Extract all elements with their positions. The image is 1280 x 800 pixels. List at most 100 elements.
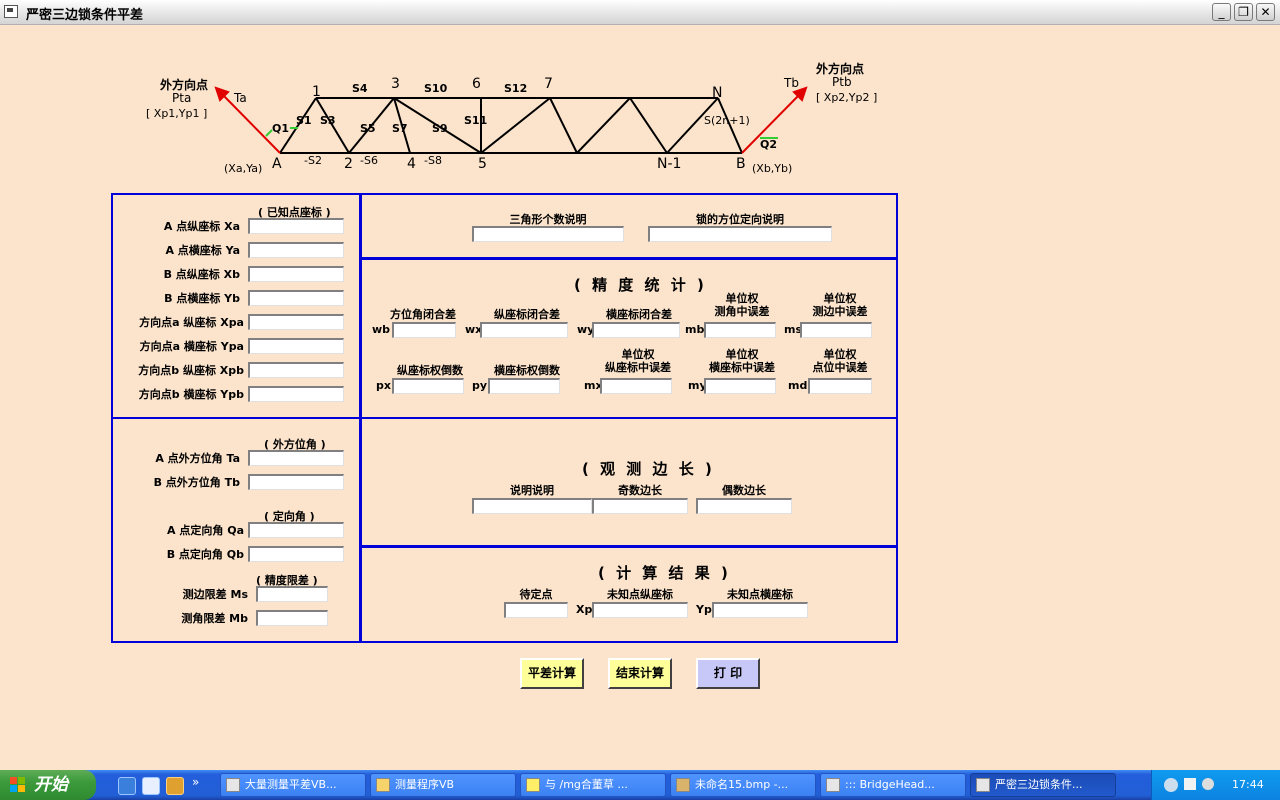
window-icon <box>976 778 990 792</box>
Xa-input[interactable] <box>248 218 344 234</box>
print-button[interactable]: 打 印 <box>696 658 760 689</box>
task-button-1[interactable]: 大量测量平差VB... <box>220 773 366 797</box>
odd-sides-label: 奇数边长 <box>618 484 662 497</box>
precision-title: ( 精 度 统 计 ) <box>574 276 707 294</box>
Xb-input[interactable] <box>248 266 344 282</box>
Ypa-input[interactable] <box>248 338 344 354</box>
md-input[interactable] <box>808 378 872 394</box>
S10-label: S10 <box>424 82 448 95</box>
adjust-compute-button[interactable]: 平差计算 <box>520 658 584 689</box>
even-sides-label: 偶数边长 <box>722 484 766 497</box>
node-5-label: 5 <box>478 156 487 172</box>
system-tray: 17:44 <box>1151 770 1280 800</box>
start-label: 开始 <box>34 775 68 795</box>
mx-input[interactable] <box>600 378 672 394</box>
triangle-count-input[interactable] <box>472 226 624 242</box>
point-A-label: A <box>272 156 282 172</box>
Ta-input[interactable] <box>248 450 344 466</box>
results-title: ( 计 算 结 果 ) <box>598 564 731 582</box>
wb-input[interactable] <box>392 322 456 338</box>
Mb-input[interactable] <box>256 610 328 626</box>
note-icon <box>526 778 540 792</box>
task-button-5[interactable]: ::: BridgeHead... <box>820 773 966 797</box>
mb-label: mb <box>685 323 705 336</box>
S8-label: -S8 <box>424 154 442 167</box>
app-quicklaunch-icon[interactable] <box>166 777 184 795</box>
wy-input[interactable] <box>592 322 680 338</box>
field-label-Xpb: 方向点b 纵座标 Xpb <box>138 364 244 377</box>
task-button-4[interactable]: 未命名15.bmp -... <box>670 773 816 797</box>
py-label: py <box>472 379 488 392</box>
task-button-3[interactable]: 与 /mg合董草 ... <box>520 773 666 797</box>
Mb-field-label: 测角限差 Mb <box>181 612 248 625</box>
S12-label: S12 <box>504 82 528 95</box>
Qa-field-label: A 点定向角 Qa <box>167 524 244 537</box>
S5-label: S5 <box>360 122 376 135</box>
mx-header-2: 纵座标中误差 <box>605 361 671 374</box>
task-button-2[interactable]: 测量程序VB <box>370 773 516 797</box>
node-3-label: 3 <box>391 76 400 92</box>
desktop-quicklaunch-icon[interactable] <box>142 777 160 795</box>
Q2-label: Q2 <box>760 138 778 151</box>
tray-network-icon[interactable] <box>1184 778 1196 790</box>
md-label: md <box>788 379 808 392</box>
unknown-y-input[interactable] <box>712 602 808 618</box>
triangulation-diagram <box>214 86 808 154</box>
Ypb-input[interactable] <box>248 386 344 402</box>
node-N-label: N <box>712 85 723 101</box>
wx-input[interactable] <box>480 322 568 338</box>
ms-input[interactable] <box>800 322 872 338</box>
node-6-label: 6 <box>472 76 481 92</box>
unknown-x-header: 未知点纵座标 <box>607 588 673 601</box>
orientation-desc-input[interactable] <box>648 226 832 242</box>
obs-desc-input[interactable] <box>472 498 592 514</box>
Ms-input[interactable] <box>256 586 328 602</box>
Qb-input[interactable] <box>248 546 344 562</box>
unknown-x-input[interactable] <box>592 602 688 618</box>
pending-point-input[interactable] <box>504 602 568 618</box>
Tb-input[interactable] <box>248 474 344 490</box>
unknown-y-header: 未知点横座标 <box>727 588 793 601</box>
right-ext-point-coords: [ Xp2,Yp2 ] <box>816 91 878 104</box>
md-header-2: 点位中误差 <box>812 361 868 374</box>
ie-quicklaunch-icon[interactable] <box>118 777 136 795</box>
even-sides-input[interactable] <box>696 498 792 514</box>
task-label-1: 大量测量平差VB... <box>245 778 337 791</box>
quicklaunch-more-icon[interactable]: » <box>192 775 199 789</box>
px-input[interactable] <box>392 378 464 394</box>
folder-icon <box>376 778 390 792</box>
clock[interactable]: 17:44 <box>1232 778 1264 791</box>
Xpa-input[interactable] <box>248 314 344 330</box>
wb-header: 方位角闭合差 <box>390 308 456 321</box>
px-header: 纵座标权倒数 <box>397 364 463 377</box>
Qa-input[interactable] <box>248 522 344 538</box>
right-ext-point-name: Ptb <box>832 75 852 89</box>
Xa-Ya-label: (Xa,Ya) <box>224 162 263 175</box>
Yb-input[interactable] <box>248 290 344 306</box>
py-input[interactable] <box>488 378 560 394</box>
Xpb-input[interactable] <box>248 362 344 378</box>
odd-sides-input[interactable] <box>592 498 688 514</box>
ms-header-2: 测边中误差 <box>812 305 868 318</box>
node-4-label: 4 <box>407 156 416 172</box>
wy-header: 横座标闭合差 <box>606 308 672 321</box>
left-ext-point-coords: [ Xp1,Yp1 ] <box>146 107 208 120</box>
task-button-6[interactable]: 严密三边锁条件... <box>970 773 1116 797</box>
Ya-input[interactable] <box>248 242 344 258</box>
observed-title: ( 观 测 边 长 ) <box>582 460 715 478</box>
px-label: px <box>376 379 391 392</box>
field-label-Ya: A 点横座标 Ya <box>165 244 240 257</box>
start-button[interactable]: 开始 <box>0 770 96 800</box>
field-label-Yb: B 点横座标 Yb <box>164 292 240 305</box>
tray-volume-icon[interactable] <box>1202 778 1214 790</box>
my-input[interactable] <box>704 378 776 394</box>
finish-compute-button[interactable]: 结束计算 <box>608 658 672 689</box>
mb-input[interactable] <box>704 322 776 338</box>
S11-label: S11 <box>464 114 488 127</box>
paint-icon <box>676 778 690 792</box>
Ms-field-label: 测边限差 Ms <box>182 588 248 601</box>
my-header-2: 横座标中误差 <box>709 361 775 374</box>
Xb-Yb-label: (Xb,Yb) <box>752 162 793 175</box>
tray-expand-icon[interactable] <box>1164 778 1178 792</box>
ie-icon <box>226 778 240 792</box>
